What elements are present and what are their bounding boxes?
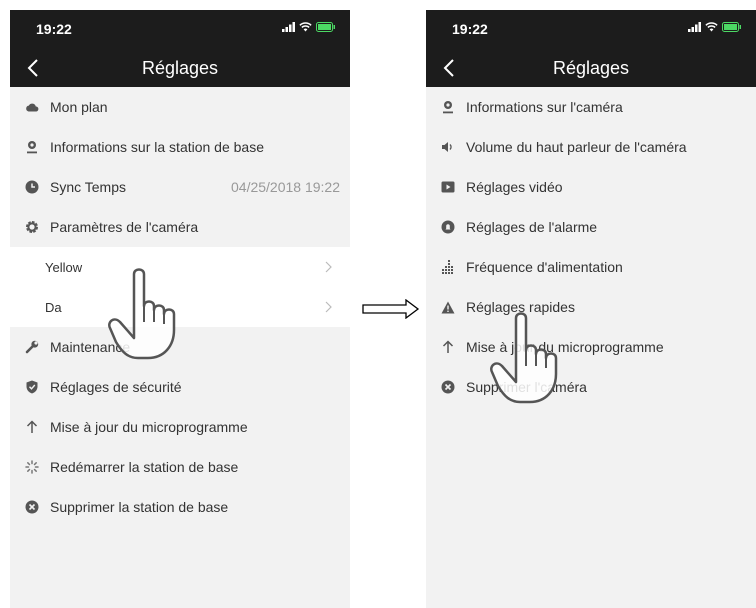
- arrow-up-icon: [441, 340, 455, 354]
- location-pin-icon: [25, 140, 39, 154]
- wrench-icon: [25, 340, 39, 354]
- phone-screen-left: 19:22 Réglages Mon plan Informations sur…: [10, 10, 350, 608]
- arrow-right-icon: [362, 299, 420, 319]
- menu-item-label: Supprimer la station de base: [50, 499, 229, 515]
- status-bar: 19:22: [426, 10, 756, 48]
- menu-item-label: Informations sur la station de base: [50, 139, 265, 155]
- menu-item-security[interactable]: Réglages de sécurité: [10, 367, 350, 407]
- status-time: 19:22: [452, 21, 488, 37]
- alarm-icon: [441, 220, 455, 234]
- menu-item-label: Réglages de l'alarme: [466, 219, 598, 235]
- menu-item-label: Réglages de sécurité: [50, 379, 182, 395]
- camera-name: Yellow: [45, 259, 83, 275]
- menu-item-label: Mise à jour du microprogramme: [50, 419, 248, 435]
- location-pin-icon: [441, 100, 455, 114]
- menu-item-quick-settings[interactable]: Réglages rapides: [426, 287, 756, 327]
- battery-icon: [722, 22, 741, 32]
- video-icon: [441, 180, 455, 194]
- frequency-bars-icon: [441, 260, 455, 274]
- nav-bar: Réglages: [10, 48, 350, 87]
- menu-item-mon-plan[interactable]: Mon plan: [10, 87, 350, 127]
- status-bar: 19:22: [10, 10, 350, 48]
- status-time: 19:22: [36, 21, 72, 37]
- shield-icon: [25, 380, 39, 394]
- arrow-up-icon: [25, 420, 39, 434]
- menu-item-power-frequency[interactable]: Fréquence d'alimentation: [426, 247, 756, 287]
- camera-item-da[interactable]: Da: [10, 287, 350, 327]
- menu-item-firmware-update[interactable]: Mise à jour du microprogramme: [426, 327, 756, 367]
- wifi-icon: [705, 22, 718, 32]
- menu-item-label: Sync Temps: [50, 179, 126, 195]
- menu-item-label: Redémarrer la station de base: [50, 459, 239, 475]
- status-icons: [282, 22, 336, 32]
- menu-item-label: Réglages rapides: [466, 299, 575, 315]
- menu-item-restart[interactable]: Redémarrer la station de base: [10, 447, 350, 487]
- page-title: Réglages: [552, 58, 630, 78]
- wifi-icon: [299, 22, 312, 32]
- phone-screen-right: 19:22 Réglages Informations sur l'caméra…: [426, 10, 756, 608]
- menu-item-speaker-volume[interactable]: Volume du haut parleur de l'caméra: [426, 127, 756, 167]
- clock-icon: [25, 180, 39, 194]
- camera-item-yellow[interactable]: Yellow: [10, 247, 350, 287]
- delete-circle-icon: [441, 380, 455, 394]
- menu-item-label: Volume du haut parleur de l'caméra: [466, 139, 687, 155]
- signal-icon: [282, 22, 295, 32]
- chevron-right-icon: [325, 301, 332, 313]
- menu-item-sync-temps[interactable]: Sync Temps 04/25/2018 19:22: [10, 167, 350, 207]
- menu-item-label: Mise à jour du microprogramme: [466, 339, 664, 355]
- menu-item-video-settings[interactable]: Réglages vidéo: [426, 167, 756, 207]
- chevron-right-icon: [325, 261, 332, 273]
- status-icons: [688, 22, 742, 32]
- speaker-icon: [441, 140, 455, 154]
- page-title: Réglages: [141, 58, 219, 78]
- menu-item-label: Réglages vidéo: [466, 179, 563, 195]
- sync-time-value: 04/25/2018 19:22: [231, 179, 340, 195]
- camera-list: Yellow Da: [10, 247, 350, 327]
- menu-item-camera-info[interactable]: Informations sur l'caméra: [426, 87, 756, 127]
- menu-item-delete-base[interactable]: Supprimer la station de base: [10, 487, 350, 527]
- cloud-icon: [25, 100, 39, 114]
- signal-icon: [688, 22, 701, 32]
- menu-item-alarm-settings[interactable]: Réglages de l'alarme: [426, 207, 756, 247]
- menu-item-base-station-info[interactable]: Informations sur la station de base: [10, 127, 350, 167]
- menu-item-firmware-update[interactable]: Mise à jour du microprogramme: [10, 407, 350, 447]
- menu-item-label: Fréquence d'alimentation: [466, 259, 623, 275]
- menu-item-label: Paramètres de l'caméra: [50, 219, 199, 235]
- menu-item-label: Maintenance: [50, 339, 131, 355]
- camera-name: Da: [45, 299, 62, 315]
- menu-item-delete-camera[interactable]: Supprimer l'caméra: [426, 367, 756, 407]
- spinner-icon: [25, 460, 39, 474]
- menu-item-label: Informations sur l'caméra: [466, 99, 623, 115]
- delete-circle-icon: [25, 500, 39, 514]
- nav-bar: Réglages: [426, 48, 756, 87]
- menu-item-label: Supprimer l'caméra: [466, 379, 587, 395]
- menu-item-maintenance[interactable]: Maintenance: [10, 327, 350, 367]
- menu-item-label: Mon plan: [50, 99, 108, 115]
- battery-icon: [316, 22, 335, 32]
- warning-triangle-icon: [441, 300, 455, 314]
- menu-item-camera-params[interactable]: Paramètres de l'caméra: [10, 207, 350, 247]
- gear-icon: [25, 220, 39, 234]
